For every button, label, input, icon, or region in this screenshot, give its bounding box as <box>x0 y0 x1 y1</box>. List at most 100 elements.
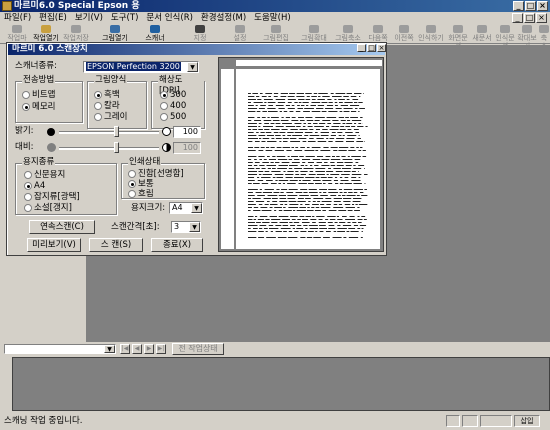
transfer-memory-radio[interactable]: 메모리 <box>22 102 55 112</box>
next-button[interactable]: ▶ <box>144 344 154 354</box>
toolbar-open-job[interactable]: 작업열기 <box>32 25 60 42</box>
image-type-title: 그림양식 <box>94 75 128 86</box>
resolution-500-radio[interactable]: 500 <box>160 112 186 122</box>
toolbar-scanner[interactable]: 스캐너 <box>140 25 170 42</box>
prev-page-icon <box>399 25 409 33</box>
setup-icon <box>235 25 245 33</box>
contrast-low-icon <box>47 143 56 152</box>
preview-page <box>236 69 380 249</box>
menu-edit[interactable]: 편집(E) <box>39 12 67 24</box>
dialog-minimize-button[interactable]: _ <box>357 44 366 52</box>
print-light-radio[interactable]: 흐림 <box>128 189 154 199</box>
close-dialog-button[interactable]: 종료(X) <box>151 238 203 252</box>
status-box-3 <box>480 415 512 427</box>
job-select[interactable]: ▼ <box>4 344 116 354</box>
menu-tools[interactable]: 도구(T) <box>111 12 138 24</box>
chevron-down-icon: ▼ <box>189 222 200 232</box>
toolbar-open-image[interactable]: 그림열기 <box>100 25 130 42</box>
screen-doc-icon <box>453 25 463 33</box>
horizontal-ruler <box>236 60 382 67</box>
brightness-input[interactable]: 100 <box>173 126 201 138</box>
menu-file[interactable]: 파일(F) <box>4 12 31 24</box>
toolbar-select[interactable]: 지정 <box>190 25 210 42</box>
toolbar-zoom-in[interactable]: 그림확대 <box>300 25 328 42</box>
child-restore-button[interactable]: □ <box>524 13 535 23</box>
vertical-ruler <box>221 69 234 249</box>
resolution-400-radio[interactable]: 400 <box>160 101 186 111</box>
paper-novel-radio[interactable]: 소설[갱지] <box>24 203 72 213</box>
toolbar-save-job[interactable]: 작업저장 <box>62 25 90 42</box>
print-state-group: 인쇄상태 진함[선명함] 보통 흐림 <box>121 157 205 199</box>
toolbar-zoom-out[interactable]: 그림축소 <box>334 25 362 42</box>
app-window: 마르미6.0 Special Epson 용 _ □ × 파일(F) 편집(E)… <box>0 0 550 430</box>
chevron-down-icon: ▼ <box>104 345 115 353</box>
status-text: 스캐닝 작업 중입니다. <box>4 416 83 426</box>
contrast-input[interactable]: 100 <box>173 142 201 154</box>
paper-a4-radio[interactable]: A4 <box>24 181 45 191</box>
contrast-slider[interactable] <box>114 142 119 153</box>
edit-image-icon <box>271 25 281 33</box>
toolbar: 작업마 작업열기 작업저장 그림열기 스캐너 지정 설정 그림편집 그림확대 그… <box>0 24 550 50</box>
paper-kind-title: 용지종류 <box>22 157 56 168</box>
resolution-group: 해상도[DPI] 300 400 500 <box>151 75 205 129</box>
scanner-type-select[interactable]: EPSON Perfection 3200 ▼ <box>83 61 199 73</box>
minimize-button[interactable]: _ <box>513 1 524 11</box>
transfer-method-group: 전송방법 비트맵 메모리 <box>15 75 83 123</box>
scan-preview <box>218 57 384 252</box>
next-page-icon <box>373 25 383 33</box>
insert-mode-indicator: 삽입 <box>514 415 540 427</box>
toolbar-recognize[interactable]: 인식하기 <box>418 25 444 42</box>
prev-button[interactable]: ◀ <box>132 344 142 354</box>
image-type-color-radio[interactable]: 칼라 <box>94 101 120 111</box>
chevron-down-icon: ▼ <box>187 62 198 72</box>
scan-interval-value: 3 <box>174 222 180 231</box>
dialog-close-button[interactable]: × <box>377 44 386 52</box>
toolbar-setup[interactable]: 설정 <box>228 25 252 42</box>
paper-size-select[interactable]: A4 ▼ <box>169 202 203 214</box>
child-minimize-button[interactable]: _ <box>512 13 523 23</box>
menu-recognize[interactable]: 문서 인식(R) <box>146 12 193 24</box>
child-close-button[interactable]: × <box>536 13 547 23</box>
continuous-scan-button[interactable]: 연속스캔(C) <box>29 220 95 234</box>
menu-bar: 파일(F) 편집(E) 보기(V) 도구(T) 문서 인식(R) 환경설정(M)… <box>0 12 550 24</box>
contrast-label: 대비: <box>15 142 34 152</box>
toolbar-edit-image[interactable]: 그림편집 <box>262 25 290 42</box>
app-icon <box>2 1 12 11</box>
new-job-icon <box>12 25 22 33</box>
toolbar-next-page[interactable]: 다음쪽 <box>366 25 390 42</box>
toolbar-new-doc[interactable]: 새문서 <box>472 25 492 42</box>
transfer-method-title: 전송방법 <box>22 75 56 86</box>
print-state-title: 인쇄상태 <box>128 157 162 168</box>
open-folder-icon <box>41 25 51 33</box>
toolbar-new-job[interactable]: 작업마 <box>4 25 30 42</box>
scanner-icon <box>150 25 160 33</box>
zoom-out-icon <box>343 25 353 33</box>
prev-job-state-button[interactable]: 전 작업상태 <box>172 343 224 355</box>
dialog-maximize-button[interactable]: □ <box>367 44 376 52</box>
close-button[interactable]: × <box>537 1 548 11</box>
menu-help[interactable]: 도움말(H) <box>254 12 290 24</box>
maximize-button[interactable]: □ <box>525 1 536 11</box>
scan-button[interactable]: 스 캔(S) <box>89 238 143 252</box>
brightness-slider[interactable] <box>114 126 119 137</box>
resolution-300-radio[interactable]: 300 <box>160 90 186 100</box>
last-page-button[interactable]: ▶| <box>156 344 166 354</box>
first-page-button[interactable]: |◀ <box>120 344 130 354</box>
toolbar-prev-page[interactable]: 이전쪽 <box>392 25 416 42</box>
dialog-title: 마르미 6.0 스캔장치 <box>12 44 88 54</box>
menu-view[interactable]: 보기(V) <box>75 12 103 24</box>
print-dark-radio[interactable]: 진함[선명함] <box>128 169 184 179</box>
image-type-gray-radio[interactable]: 그레이 <box>94 112 127 122</box>
paper-magazine-radio[interactable]: 잡지류[광택] <box>24 192 80 202</box>
transfer-bitmap-radio[interactable]: 비트맵 <box>22 90 55 100</box>
mdi-controls: _ □ × <box>512 13 547 23</box>
recognize-icon <box>426 25 436 33</box>
zoom-in-icon <box>309 25 319 33</box>
menu-settings[interactable]: 환경설정(M) <box>201 12 246 24</box>
scan-interval-select[interactable]: 3 ▼ <box>171 221 201 233</box>
image-type-bw-radio[interactable]: 흑백 <box>94 90 120 100</box>
preview-button[interactable]: 미리보기(V) <box>27 238 81 252</box>
paper-newspaper-radio[interactable]: 신문용지 <box>24 170 65 180</box>
print-normal-radio[interactable]: 보통 <box>128 179 154 189</box>
select-icon <box>195 25 205 33</box>
